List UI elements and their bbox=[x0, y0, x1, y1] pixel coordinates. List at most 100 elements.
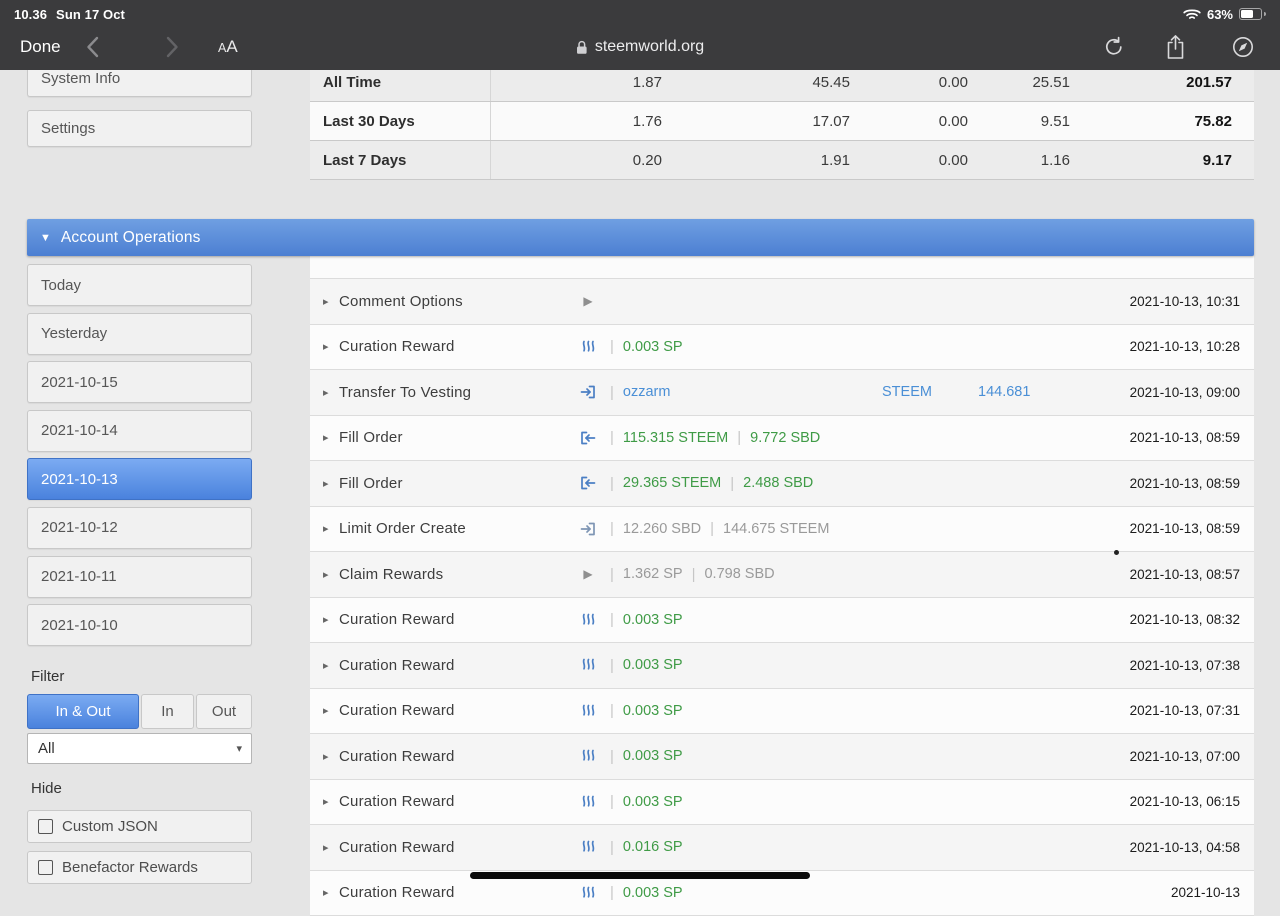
value-separator: | bbox=[610, 702, 614, 719]
operation-value: 0.003 SP bbox=[623, 657, 683, 673]
share-button[interactable] bbox=[1165, 34, 1186, 60]
summary-value: 0.00 bbox=[850, 74, 968, 91]
operation-row-fill-order[interactable]: ▸Fill Order|29.365 STEEM|2.488 SBD2021-1… bbox=[310, 461, 1254, 507]
date-filter-item-yesterday[interactable]: Yesterday bbox=[27, 313, 252, 355]
done-button[interactable]: Done bbox=[20, 37, 61, 57]
operation-timestamp: 2021-10-13, 10:31 bbox=[1130, 294, 1254, 309]
value-separator: | bbox=[737, 429, 741, 446]
forward-button[interactable] bbox=[166, 36, 179, 58]
play-icon: ▶ bbox=[575, 294, 601, 308]
operation-row-curation-reward[interactable]: ▸Curation Reward|0.016 SP2021-10-13, 04:… bbox=[310, 825, 1254, 871]
value-separator: | bbox=[610, 429, 614, 446]
filter-dropdown[interactable]: All ▾ bbox=[27, 733, 252, 764]
checkbox-custom-json[interactable]: Custom JSON bbox=[27, 810, 252, 843]
operation-row-curation-reward[interactable]: ▸Curation Reward|0.003 SP2021-10-13, 08:… bbox=[310, 598, 1254, 644]
battery-icon bbox=[1239, 8, 1262, 20]
summary-value: 1.91 bbox=[662, 152, 850, 169]
operation-row-curation-reward[interactable]: ▸Curation Reward|0.003 SP2021-10-13, 07:… bbox=[310, 643, 1254, 689]
value-separator: | bbox=[710, 520, 714, 537]
operation-timestamp: 2021-10-13, 08:59 bbox=[1130, 430, 1254, 445]
summary-row-label: Last 30 Days bbox=[310, 102, 491, 140]
checkbox-label: Custom JSON bbox=[62, 818, 158, 835]
hide-checkbox-list: Custom JSON Benefactor Rewards bbox=[27, 810, 252, 892]
operation-name: Transfer To Vesting bbox=[339, 384, 575, 401]
pointer-dot bbox=[1114, 550, 1119, 555]
operation-row-curation-reward[interactable]: ▸Curation Reward|0.003 SP2021-10-13, 07:… bbox=[310, 734, 1254, 780]
operation-timestamp: 2021-10-13, 09:00 bbox=[1130, 385, 1254, 400]
checkbox-benefactor-rewards[interactable]: Benefactor Rewards bbox=[27, 851, 252, 884]
compass-button[interactable] bbox=[1231, 35, 1255, 59]
summary-value: 9.51 bbox=[968, 113, 1070, 130]
checkbox-box-icon bbox=[38, 860, 53, 875]
curation-icon bbox=[575, 794, 601, 810]
fill-order-icon bbox=[575, 475, 601, 491]
operation-row-transfer-to-vesting[interactable]: ▸Transfer To Vesting|ozzarmSTEEM144.6812… bbox=[310, 370, 1254, 416]
operation-name: Curation Reward bbox=[339, 657, 575, 674]
operation-row-limit-order-create[interactable]: ▸Limit Order Create|12.260 SBD|144.675 S… bbox=[310, 507, 1254, 553]
curation-icon bbox=[575, 657, 601, 673]
operation-name: Fill Order bbox=[339, 475, 575, 492]
operation-value[interactable]: ozzarm bbox=[623, 384, 671, 400]
date-filter-item-2021-10-12[interactable]: 2021-10-12 bbox=[27, 507, 252, 549]
operation-timestamp: 2021-10-13, 10:28 bbox=[1130, 339, 1254, 354]
filter-option-in-out[interactable]: In & Out bbox=[27, 694, 139, 729]
operation-timestamp: 2021-10-13, 07:38 bbox=[1130, 658, 1254, 673]
operation-row-fill-order[interactable]: ▸Fill Order|115.315 STEEM|9.772 SBD2021-… bbox=[310, 416, 1254, 462]
back-button[interactable] bbox=[86, 36, 99, 58]
operation-row-claim-rewards[interactable]: ▸Claim Rewards▶|1.362 SP|0.798 SBD2021-1… bbox=[310, 552, 1254, 598]
operation-value: 144.675 STEEM bbox=[723, 521, 829, 537]
operation-timestamp: 2021-10-13, 07:00 bbox=[1130, 749, 1254, 764]
operation-timestamp: 2021-10-13, 07:31 bbox=[1130, 703, 1254, 718]
transfer-icon bbox=[575, 384, 601, 400]
operation-row-curation-reward[interactable]: ▸Curation Reward|0.003 SP2021-10-13, 06:… bbox=[310, 780, 1254, 826]
filter-segmented: In & OutInOut bbox=[27, 694, 252, 729]
filter-option-in[interactable]: In bbox=[141, 694, 194, 729]
play-icon: ▶ bbox=[575, 567, 601, 581]
operation-value: 29.365 STEEM bbox=[623, 475, 721, 491]
date-filter-item-today[interactable]: Today bbox=[27, 264, 252, 306]
operation-name: Curation Reward bbox=[339, 748, 575, 765]
checkbox-label: Benefactor Rewards bbox=[62, 859, 198, 876]
limit-order-icon bbox=[575, 521, 601, 537]
operation-extra-value[interactable]: 144.681 bbox=[978, 384, 1030, 400]
horizontal-scrollbar[interactable] bbox=[470, 872, 810, 879]
sidebar-item-settings[interactable]: Settings bbox=[27, 110, 252, 147]
date-filter-item-2021-10-13[interactable]: 2021-10-13 bbox=[27, 458, 252, 500]
operation-value: 115.315 STEEM bbox=[623, 430, 728, 446]
operation-value: 0.003 SP bbox=[623, 748, 683, 764]
expand-arrow-icon: ▸ bbox=[323, 659, 339, 672]
account-operations-header[interactable]: ▼ Account Operations bbox=[27, 219, 1254, 256]
operation-name: Curation Reward bbox=[339, 839, 575, 856]
collapse-triangle-icon: ▼ bbox=[40, 232, 51, 244]
operation-row-comment-options[interactable]: ▸Comment Options▶2021-10-13, 10:31 bbox=[310, 279, 1254, 325]
operation-name: Limit Order Create bbox=[339, 520, 575, 537]
browser-chrome: 10.36 Sun 17 Oct 63% Done AA bbox=[0, 0, 1280, 70]
filter-option-out[interactable]: Out bbox=[196, 694, 252, 729]
refresh-button[interactable] bbox=[1103, 36, 1125, 58]
operation-extra-value[interactable]: STEEM bbox=[882, 384, 932, 400]
summary-table: All Time1.8745.450.0025.51201.57Last 30 … bbox=[310, 63, 1254, 180]
value-separator: | bbox=[610, 566, 614, 583]
operation-name: Curation Reward bbox=[339, 884, 575, 901]
summary-value: 25.51 bbox=[968, 74, 1070, 91]
operation-row-curation-reward[interactable]: ▸Curation Reward|0.003 SP2021-10-13, 10:… bbox=[310, 325, 1254, 371]
date-filter-item-2021-10-14[interactable]: 2021-10-14 bbox=[27, 410, 252, 452]
operation-timestamp: 2021-10-13, 04:58 bbox=[1130, 840, 1254, 855]
date-filter-item-2021-10-10[interactable]: 2021-10-10 bbox=[27, 604, 252, 646]
address-bar[interactable]: steemworld.org bbox=[576, 38, 704, 56]
hide-label: Hide bbox=[31, 780, 62, 797]
expand-arrow-icon: ▸ bbox=[323, 841, 339, 854]
url-text: steemworld.org bbox=[595, 38, 704, 56]
expand-arrow-icon: ▸ bbox=[323, 886, 339, 899]
summary-value: 1.76 bbox=[491, 113, 662, 130]
font-size-button[interactable]: AA bbox=[218, 37, 238, 57]
date-filter-item-2021-10-11[interactable]: 2021-10-11 bbox=[27, 556, 252, 598]
curation-icon bbox=[575, 885, 601, 901]
operation-value: 12.260 SBD bbox=[623, 521, 701, 537]
operation-value: 0.003 SP bbox=[623, 612, 683, 628]
curation-icon bbox=[575, 748, 601, 764]
summary-value: 17.07 bbox=[662, 113, 850, 130]
operation-value: 0.798 SBD bbox=[704, 566, 774, 582]
date-filter-item-2021-10-15[interactable]: 2021-10-15 bbox=[27, 361, 252, 403]
operation-row-curation-reward[interactable]: ▸Curation Reward|0.003 SP2021-10-13, 07:… bbox=[310, 689, 1254, 735]
